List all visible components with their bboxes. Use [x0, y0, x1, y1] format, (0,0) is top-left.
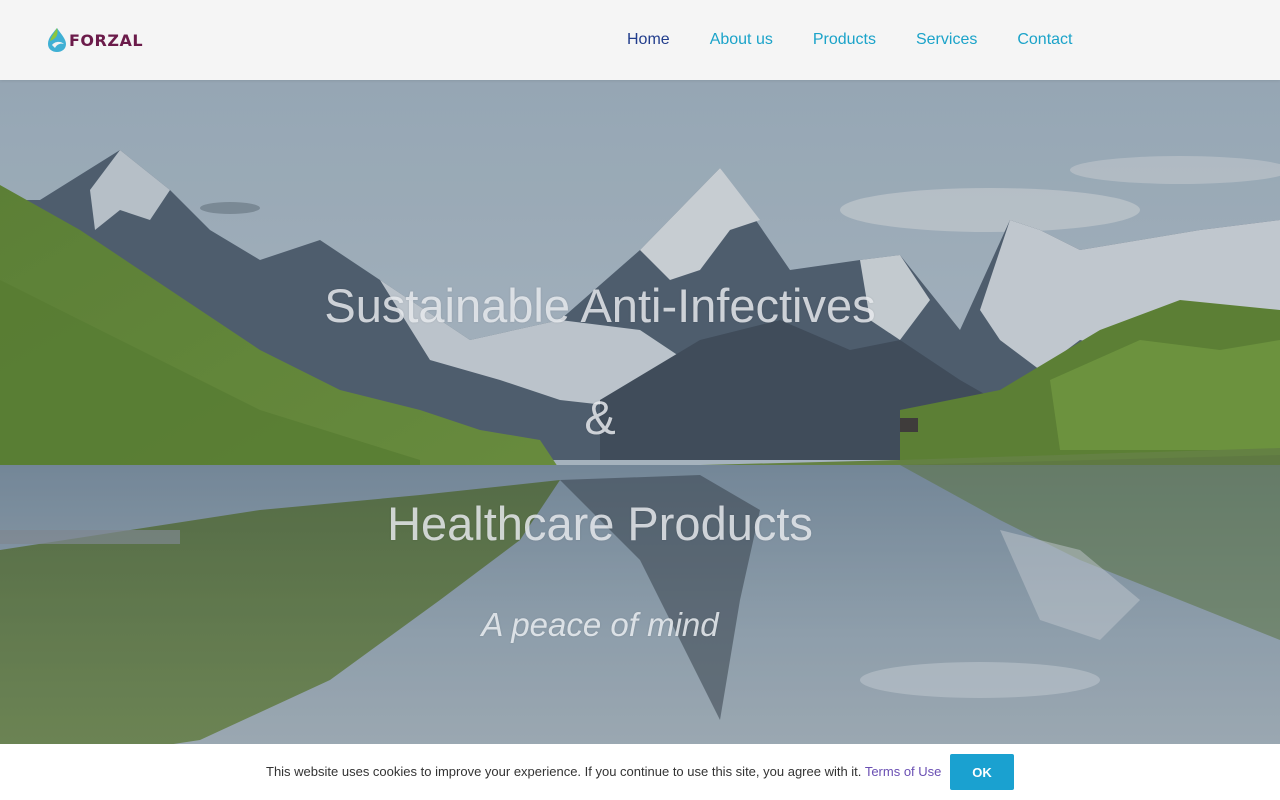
- hero-section: Sustainable Anti-Infectives & Healthcare…: [0, 80, 1280, 800]
- site-header: FORZAL Home About us Products Services C…: [0, 0, 1280, 80]
- terms-of-use-link[interactable]: Terms of Use: [865, 764, 942, 779]
- cookie-notice: This website uses cookies to improve you…: [266, 764, 941, 779]
- nav-services[interactable]: Services: [896, 0, 997, 80]
- nav-contact[interactable]: Contact: [997, 0, 1092, 80]
- hero-tagline: A peace of mind: [481, 606, 719, 643]
- brand-logo[interactable]: FORZAL: [46, 26, 143, 54]
- hero-heading-line-3: Healthcare Products: [387, 497, 813, 550]
- nav-home[interactable]: Home: [607, 0, 690, 80]
- cookie-consent-bar: This website uses cookies to improve you…: [0, 744, 1280, 800]
- hero-heading-line-1: Sustainable Anti-Infectives: [324, 279, 876, 332]
- nav-products[interactable]: Products: [793, 0, 896, 80]
- hero-heading-line-2: &: [584, 391, 616, 444]
- brand-name: FORZAL: [69, 30, 144, 50]
- cookie-message: This website uses cookies to improve you…: [266, 764, 862, 779]
- leaf-drop-icon: [48, 28, 66, 52]
- nav-about-us[interactable]: About us: [690, 0, 793, 80]
- cookie-ok-button[interactable]: OK: [950, 754, 1014, 790]
- main-nav: Home About us Products Services Contact: [607, 0, 1092, 80]
